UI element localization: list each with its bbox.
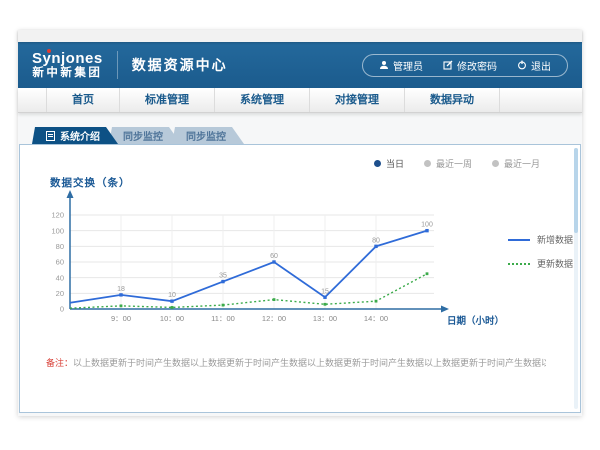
chart-legend: 新增数据更新数据 [508,233,573,281]
data-label: 10 [168,292,176,299]
panel-scrollbar-thumb[interactable] [574,148,578,233]
data-label: 100 [421,222,433,229]
x-axis-title: 日期（小时） [447,315,502,327]
header-divider [117,51,118,79]
y-tick-label: 40 [56,273,64,282]
data-point [120,304,123,307]
nav-item-4[interactable]: 数据异动 [405,88,500,112]
account-bar: 管理员 修改密码 退出 [362,54,568,77]
data-point [170,299,173,302]
brand-name: Synjones [32,51,103,67]
radio-label: 最近一月 [504,157,540,170]
x-axis-arrow-icon [441,306,449,313]
tab-2[interactable]: 同步监控 [172,127,244,144]
radio-selected-icon [374,160,381,167]
account-item-label: 管理员 [393,58,423,73]
data-point [374,245,377,248]
data-point [272,260,275,263]
tab-bar: 系统介绍 同步监控 同步监控 [32,127,244,144]
x-tick-label: 10：00 [160,314,184,323]
screen: Synjones 新中新集团 数据资源中心 管理员修改密码退出 首页标准管理系统… [0,0,600,450]
tab-0[interactable]: 系统介绍 [32,127,118,144]
y-axis-title: 数据交换（条） [50,175,131,190]
account-item-label: 退出 [531,58,551,73]
system-intro-panel: 当日 最近一周 最近一月 数据交换（条） 0 20 40 60 80 100 120 9：00 10… [19,144,581,413]
x-tick-label: 14：00 [364,314,388,323]
data-label: 18 [117,286,125,293]
nav-item-1[interactable]: 标准管理 [120,88,215,112]
nav-item-0[interactable]: 首页 [46,88,120,112]
y-tick-label: 80 [56,242,64,251]
data-point [171,306,174,309]
account-item-0[interactable]: 管理员 [379,58,423,73]
footer-note-text: 以上数据更新于时间产生数据以上数据更新于时间产生数据以上数据更新于时间产生数据以… [73,358,546,368]
edit-icon [443,60,453,70]
data-point [324,303,327,306]
x-tick-label: 9：00 [111,314,131,323]
app-window: Synjones 新中新集团 数据资源中心 管理员修改密码退出 首页标准管理系统… [18,30,582,416]
data-label: 15 [321,288,329,295]
y-tick-label: 100 [51,226,64,235]
data-point [425,229,428,232]
y-axis-arrow-icon [67,190,74,198]
x-tick-label: 12：00 [262,314,286,323]
app-header: Synjones 新中新集团 数据资源中心 管理员 修改密码 退出 [18,42,582,88]
radio-label: 当日 [386,157,404,170]
data-point [375,300,378,303]
data-point [222,304,225,307]
page-title: 数据资源中心 [132,55,228,75]
data-label: 80 [372,237,380,244]
account-item-label: 修改密码 [457,58,497,73]
legend-item-0[interactable]: 新增数据 [508,233,573,246]
x-tick-label: 13：00 [313,314,337,323]
account-item-1[interactable]: 修改密码 [443,58,497,73]
doc-icon [46,131,55,141]
y-tick-label: 120 [51,211,64,220]
content-area: 系统介绍 同步监控 同步监控 当日 最近一周 最近一月 数据交换（条） 0 20 40 60 8… [18,113,582,416]
panel-scrollbar-track[interactable] [574,148,578,409]
exchange-line-chart: 0 20 40 60 80 100 120 9：00 10：00 11：00 12：00 13：00 1… [32,189,502,339]
y-tick-label: 0 [60,305,64,314]
tab-label: 同步监控 [123,128,163,143]
range-filter-1[interactable]: 最近一周 [424,157,472,170]
power-icon [517,60,527,70]
footer-note: 备注：以上数据更新于时间产生数据以上数据更新于时间产生数据以上数据更新于时间产生… [46,356,546,369]
footer-note-prefix: 备注： [46,358,73,368]
y-tick-label: 20 [56,289,64,298]
main-nav: 首页标准管理系统管理对接管理数据异动 [18,88,582,113]
brand-logo: Synjones 新中新集团 [32,51,103,79]
tab-label: 系统介绍 [60,128,100,143]
legend-line-icon [508,263,530,265]
account-item-2[interactable]: 退出 [517,58,551,73]
tab-1[interactable]: 同步监控 [109,127,181,144]
nav-item-3[interactable]: 对接管理 [310,88,405,112]
data-point [426,272,429,275]
radio-icon [424,160,431,167]
legend-line-icon [508,239,530,241]
range-filter-2[interactable]: 最近一月 [492,157,540,170]
legend-label: 新增数据 [537,233,573,246]
data-point [221,280,224,283]
legend-item-1[interactable]: 更新数据 [508,257,573,270]
legend-label: 更新数据 [537,257,573,270]
data-point [323,296,326,299]
nav-item-2[interactable]: 系统管理 [215,88,310,112]
y-tick-label: 60 [56,258,64,267]
data-point [119,293,122,296]
range-filter-group: 当日 最近一周 最近一月 [374,157,540,170]
data-point [273,298,276,301]
top-strip [18,30,582,42]
data-label: 35 [219,273,227,280]
data-label: 60 [270,253,278,260]
radio-icon [492,160,499,167]
radio-label: 最近一周 [436,157,472,170]
user-icon [379,60,389,70]
x-tick-label: 11：00 [211,314,235,323]
range-filter-0[interactable]: 当日 [374,157,404,170]
brand-name-cn: 新中新集团 [32,67,103,79]
tab-label: 同步监控 [186,128,226,143]
